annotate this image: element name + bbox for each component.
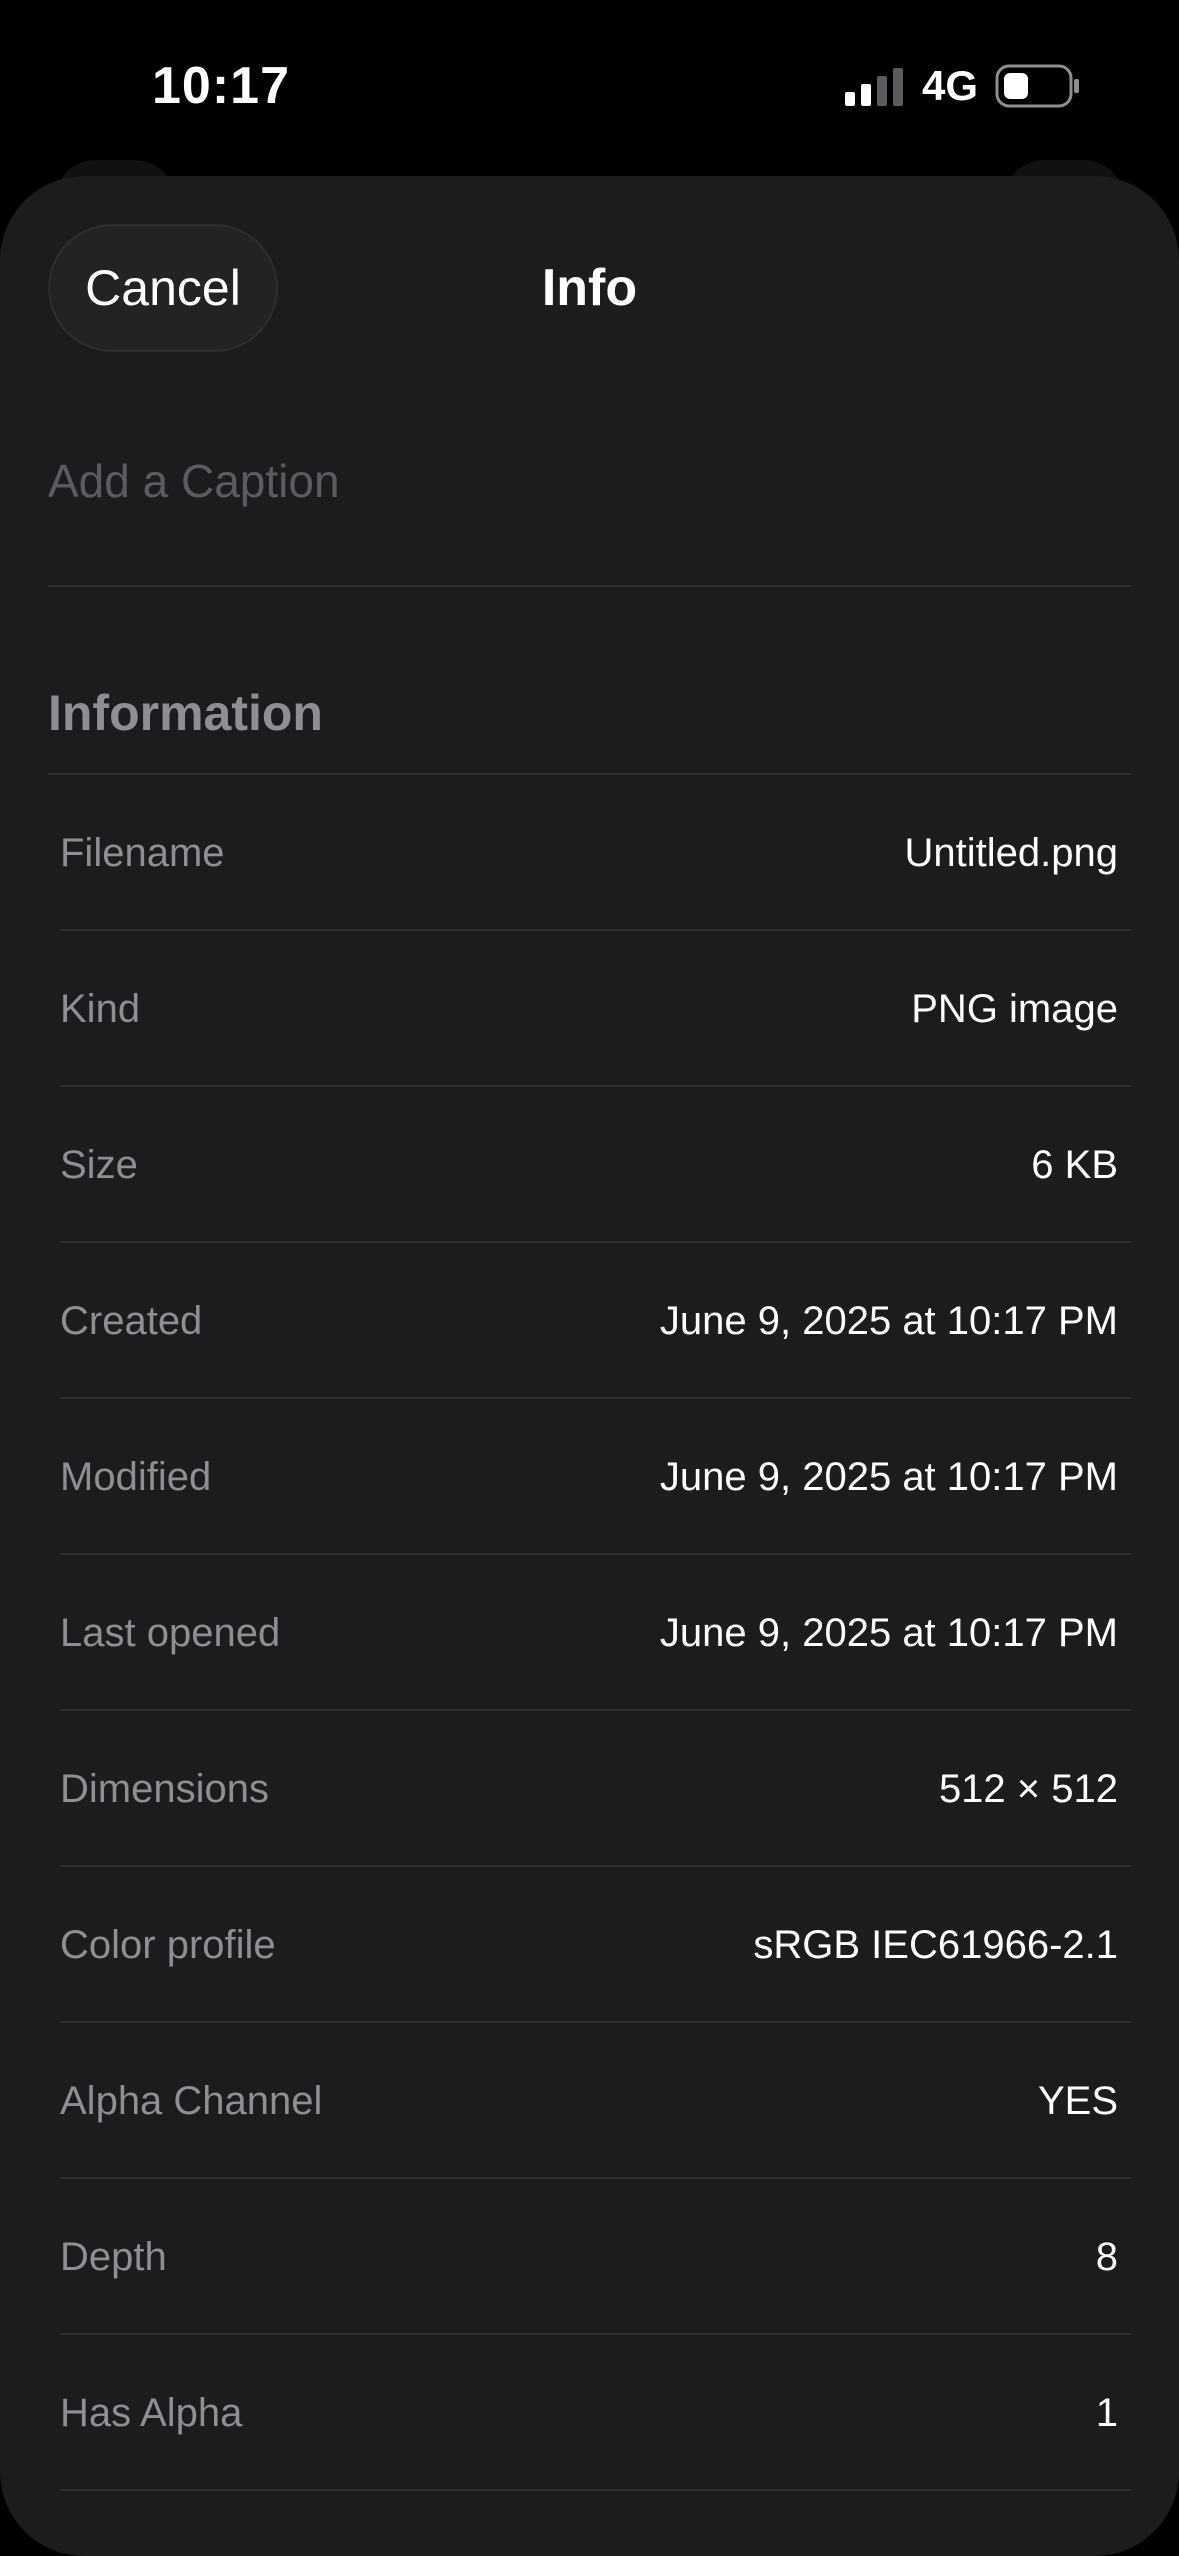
info-row-filename: Filename Untitled.png [60, 775, 1131, 931]
info-label: Modified [60, 1455, 212, 1499]
caption-input[interactable] [48, 446, 1128, 516]
info-row-has-alpha: Has Alpha 1 [60, 2335, 1131, 2491]
info-row-depth: Depth 8 [60, 2179, 1131, 2335]
info-sheet: Cancel Info Information Filename Untitle… [0, 176, 1179, 2556]
info-value: June 9, 2025 at 10:17 PM [659, 1455, 1118, 1499]
info-row-created: Created June 9, 2025 at 10:17 PM [60, 1243, 1131, 1399]
info-label: Created [60, 1299, 203, 1343]
info-value: Untitled.png [904, 831, 1118, 875]
info-row-alpha-channel: Alpha Channel YES [60, 2023, 1131, 2179]
divider [48, 585, 1131, 587]
info-value: June 9, 2025 at 10:17 PM [659, 1611, 1118, 1655]
section-title: Information [48, 685, 323, 741]
info-label: Dimensions [60, 1767, 269, 1811]
info-row-color-profile: Color profile sRGB IEC61966-2.1 [60, 1867, 1131, 2023]
info-row-modified: Modified June 9, 2025 at 10:17 PM [60, 1399, 1131, 1555]
info-label: Filename [60, 831, 225, 875]
info-value: 1 [1095, 2391, 1118, 2435]
info-label: Color profile [60, 1923, 276, 1967]
info-value: June 9, 2025 at 10:17 PM [659, 1299, 1118, 1343]
info-row-last-opened: Last opened June 9, 2025 at 10:17 PM [60, 1555, 1131, 1711]
info-list: Filename Untitled.png Kind PNG image Siz… [60, 775, 1131, 2491]
sheet-title: Info [541, 259, 638, 317]
info-row-kind: Kind PNG image [60, 931, 1131, 1087]
network-label: 4G [922, 62, 979, 109]
status-bar: 10:17 4G [0, 0, 1179, 170]
info-value: YES [1037, 2079, 1118, 2123]
battery-icon [995, 64, 1079, 108]
signal-icon [845, 68, 903, 106]
info-label: Has Alpha [60, 2391, 243, 2435]
info-label: Alpha Channel [60, 2079, 323, 2123]
info-value: 6 KB [1031, 1143, 1118, 1187]
info-label: Kind [60, 987, 141, 1031]
info-value: PNG image [911, 987, 1118, 1031]
info-label: Last opened [60, 1611, 281, 1655]
status-time: 10:17 [152, 57, 290, 115]
info-row-size: Size 6 KB [60, 1087, 1131, 1243]
info-label: Size [60, 1143, 138, 1187]
info-row-dimensions: Dimensions 512 × 512 [60, 1711, 1131, 1867]
info-value: sRGB IEC61966-2.1 [753, 1923, 1118, 1967]
info-label: Depth [60, 2235, 167, 2279]
info-value: 512 × 512 [938, 1767, 1118, 1811]
info-value: 8 [1095, 2235, 1118, 2279]
